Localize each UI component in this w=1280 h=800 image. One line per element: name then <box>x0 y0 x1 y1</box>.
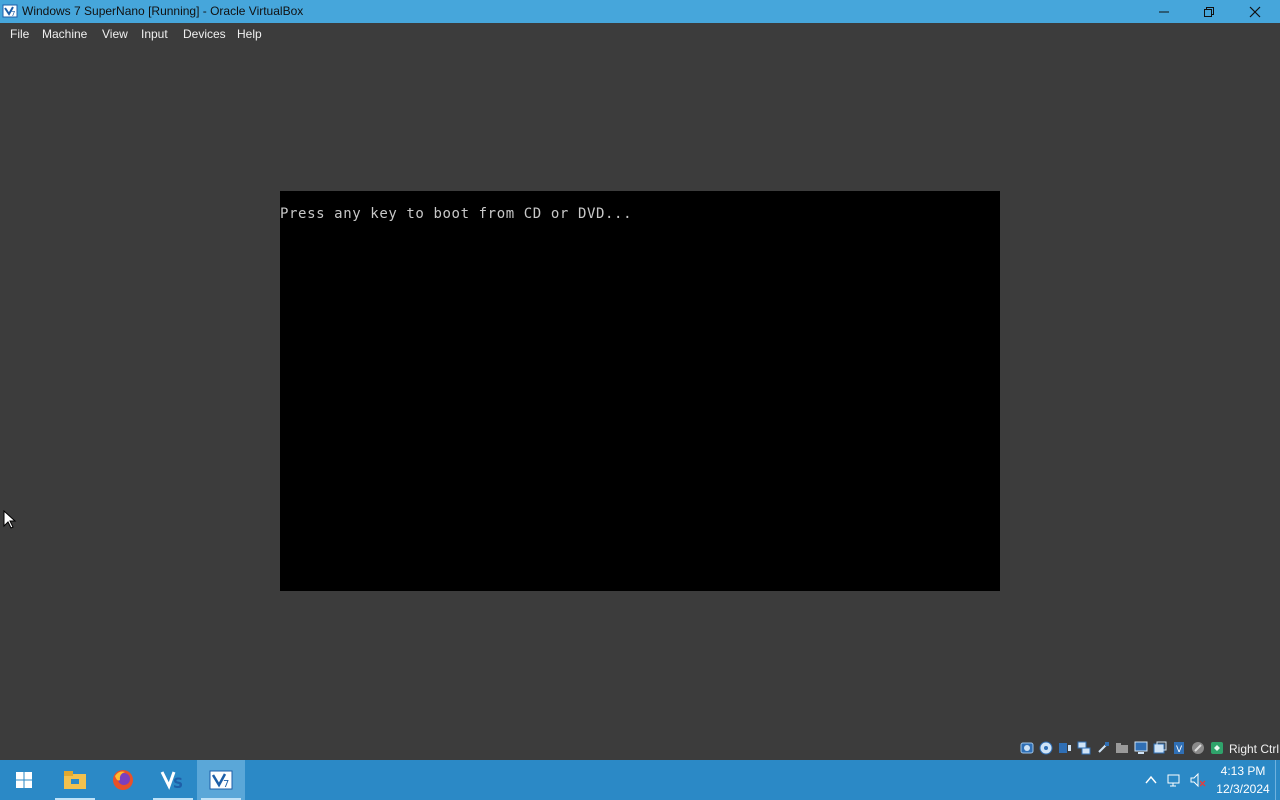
display-icon[interactable] <box>1134 741 1148 755</box>
vt-x-icon[interactable]: V <box>1172 741 1186 755</box>
menu-view[interactable]: View <box>102 27 128 41</box>
svg-text:V: V <box>1176 745 1183 755</box>
svg-text:7: 7 <box>223 779 229 790</box>
mouse-integration-icon[interactable] <box>1191 741 1205 755</box>
optical-drive-icon[interactable] <box>1039 741 1053 755</box>
taskbar-file-explorer[interactable] <box>51 760 99 800</box>
window-title: Windows 7 SuperNano [Running] - Oracle V… <box>22 4 304 18</box>
close-button[interactable] <box>1232 0 1278 23</box>
virtualbox-icon: 7 <box>209 770 233 790</box>
host-key-label: Right Ctrl <box>1229 742 1280 756</box>
menu-input[interactable]: Input <box>141 27 168 41</box>
clock-time[interactable]: 4:13 PM <box>1210 764 1276 778</box>
clock-date[interactable]: 12/3/2024 <box>1210 782 1276 796</box>
vm-display[interactable]: Press any key to boot from CD or DVD... <box>280 191 1000 591</box>
taskbar-visual-studio[interactable]: S <box>149 760 197 800</box>
svg-text:S: S <box>173 776 183 792</box>
network-icon[interactable] <box>1077 741 1091 755</box>
keyboard-capture-icon[interactable] <box>1210 741 1224 755</box>
minimize-icon <box>1159 11 1169 12</box>
firefox-icon <box>113 770 133 790</box>
audio-icon[interactable] <box>1058 741 1072 755</box>
svg-text:7: 7 <box>11 10 15 18</box>
menu-bar: File Machine View Input Devices Help <box>0 23 1280 44</box>
virtualbox-app-icon: 7 <box>2 4 18 18</box>
taskbar-firefox[interactable] <box>99 760 147 800</box>
mouse-cursor-icon <box>3 510 17 529</box>
menu-help[interactable]: Help <box>237 27 262 41</box>
volume-muted-icon[interactable] <box>1190 772 1206 788</box>
menu-devices[interactable]: Devices <box>183 27 226 41</box>
usb-icon[interactable] <box>1096 741 1110 755</box>
menu-file[interactable]: File <box>10 27 29 41</box>
hard-disk-icon[interactable] <box>1020 741 1034 755</box>
show-desktop-button[interactable] <box>1275 760 1280 800</box>
file-explorer-icon <box>64 771 86 789</box>
vm-status-bar: V Right Ctrl <box>1010 739 1280 759</box>
taskbar: S 7 4:13 PM 12/3/2024 <box>0 760 1280 800</box>
start-button[interactable] <box>0 760 48 800</box>
start-icon <box>16 772 32 788</box>
shared-folders-icon[interactable] <box>1115 741 1129 755</box>
visual-studio-icon: S <box>160 771 183 792</box>
minimize-button[interactable] <box>1141 0 1187 23</box>
restore-button[interactable] <box>1186 0 1232 23</box>
menu-machine[interactable]: Machine <box>42 27 87 41</box>
close-icon <box>1249 6 1261 17</box>
boot-message: Press any key to boot from CD or DVD... <box>280 206 633 222</box>
restore-icon <box>1204 6 1214 17</box>
recording-icon[interactable] <box>1153 741 1167 755</box>
window-titlebar[interactable]: 7 Windows 7 SuperNano [Running] - Oracle… <box>0 0 1280 23</box>
network-tray-icon[interactable] <box>1167 772 1183 788</box>
chevron-up-icon[interactable] <box>1143 772 1159 788</box>
taskbar-virtualbox[interactable]: 7 <box>197 760 245 800</box>
